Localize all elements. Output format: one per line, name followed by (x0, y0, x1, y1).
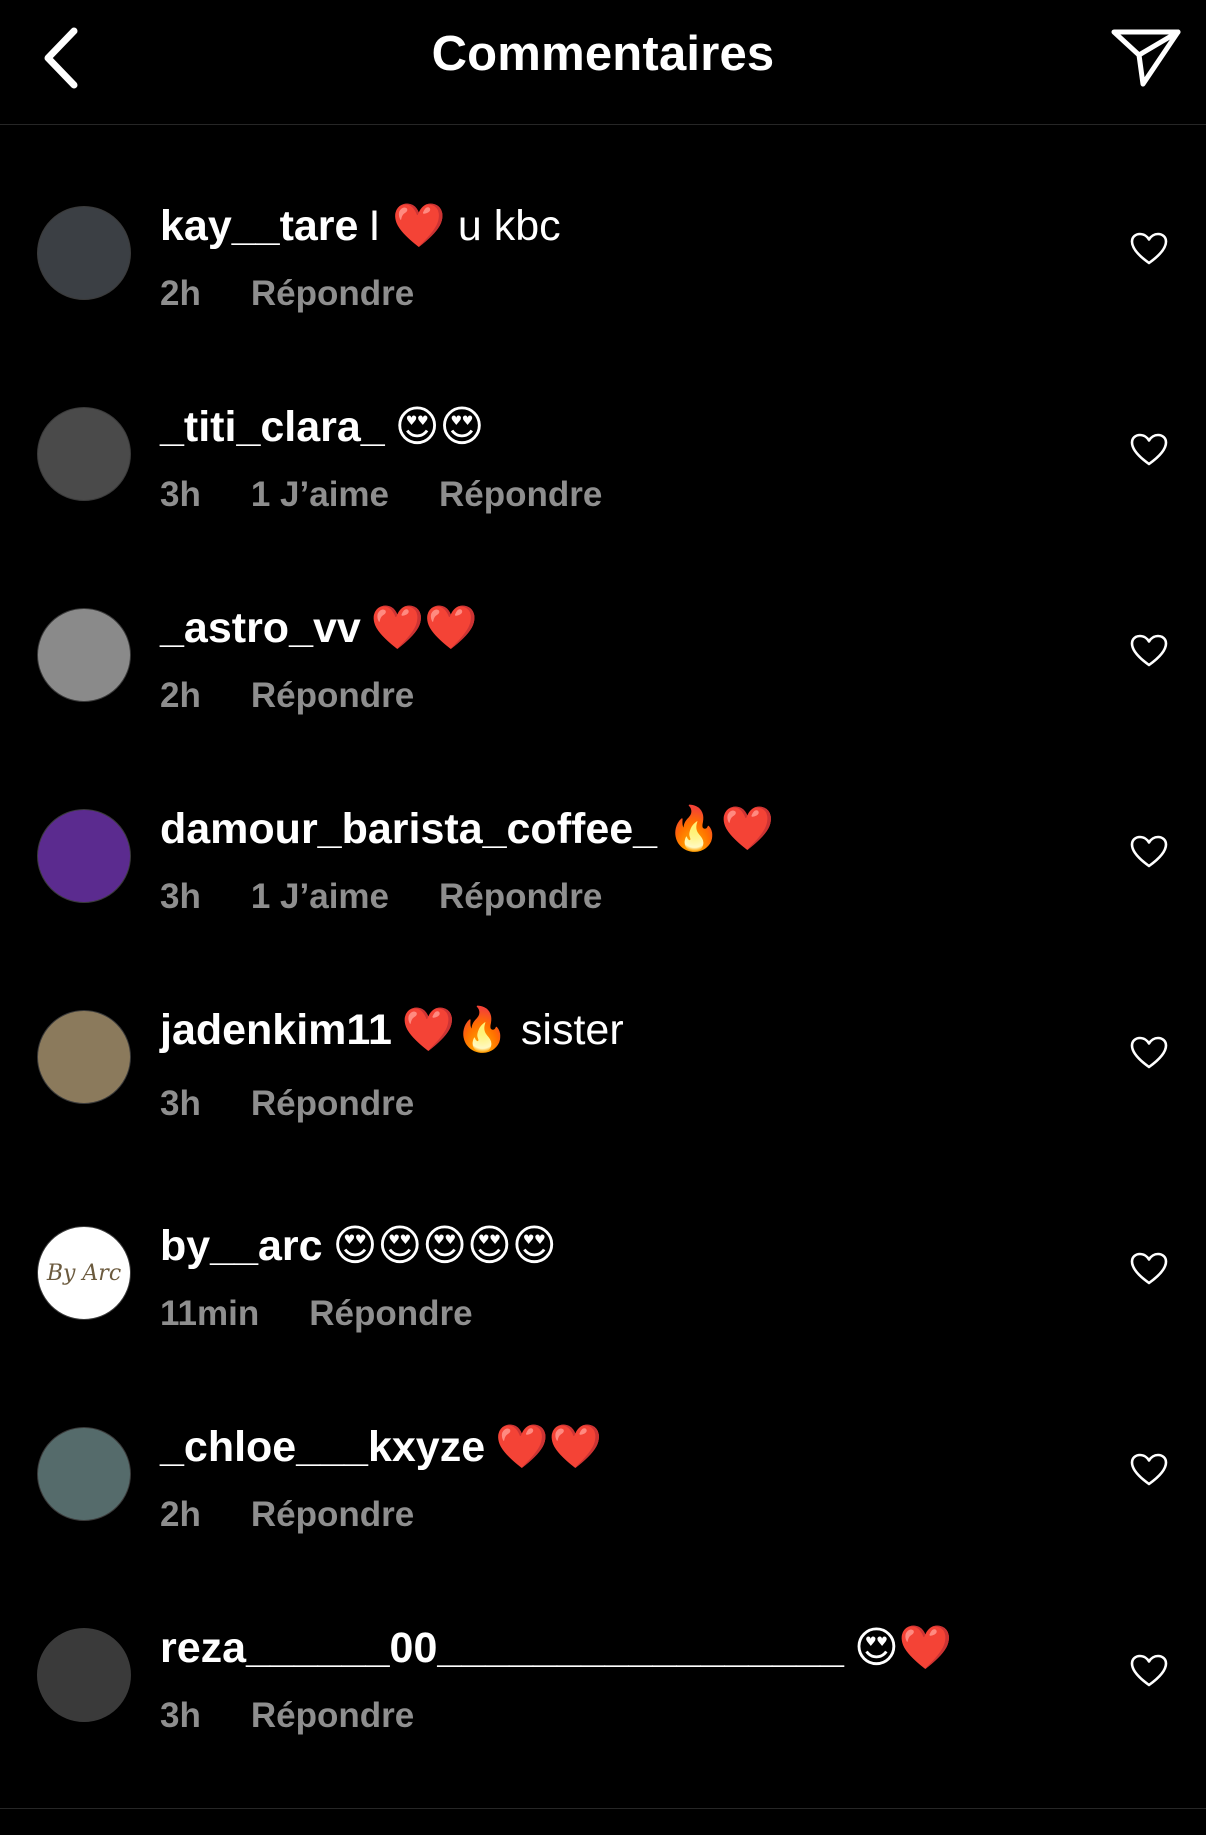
heart-icon (1130, 1654, 1168, 1687)
comment-item: _astro_vv ❤️❤️ 2h Répondre (0, 526, 1206, 726)
comment-time: 2h (160, 676, 201, 715)
comment-text: ❤️🔥 sister (401, 1006, 624, 1054)
comment-item: jadenkim11 ❤️🔥 sister 3h Répondre (0, 928, 1206, 1128)
bottom-divider (0, 1808, 1206, 1809)
like-button[interactable] (1124, 1244, 1174, 1294)
comment-username[interactable]: damour_barista_coffee_ (160, 805, 657, 853)
comment-username[interactable]: reza______00_________________ (160, 1624, 844, 1672)
comment-meta: 3h 1 J’aime Répondre (160, 475, 602, 515)
comment-text: ❤️❤️ (370, 604, 478, 652)
comment-username[interactable]: by__arc (160, 1222, 323, 1270)
comment-username[interactable]: _titi_clara_ (160, 403, 385, 451)
avatar[interactable]: By Arc (37, 1226, 131, 1320)
comment-text: 😍😍 (394, 403, 485, 451)
like-button[interactable] (1124, 1646, 1174, 1696)
comment-time: 3h (160, 475, 201, 514)
reply-button[interactable]: Répondre (251, 676, 414, 716)
comment-meta: 11min Répondre (160, 1294, 473, 1334)
like-button[interactable] (1124, 425, 1174, 475)
like-button[interactable] (1124, 1028, 1174, 1078)
comment-text: I ❤️ u kbc (368, 202, 561, 250)
comment-username[interactable]: _chloe___kxyze (160, 1423, 485, 1471)
comment-item: kay__tare I ❤️ u kbc 2h Répondre (0, 124, 1206, 324)
header: Commentaires (0, 0, 1206, 125)
avatar-logo-text: By Arc (46, 1260, 122, 1286)
comment-meta: 2h Répondre (160, 274, 414, 314)
comment-username[interactable]: _astro_vv (160, 604, 361, 652)
comment-item: _titi_clara_ 😍😍 3h 1 J’aime Répondre (0, 325, 1206, 525)
reply-button[interactable]: Répondre (251, 274, 414, 314)
comment-meta: 3h 1 J’aime Répondre (160, 877, 602, 917)
reply-button[interactable]: Répondre (439, 877, 602, 917)
comment-item: _chloe___kxyze ❤️❤️ 2h Répondre (0, 1345, 1206, 1545)
like-button[interactable] (1124, 1445, 1174, 1495)
reply-button[interactable]: Répondre (251, 1696, 414, 1736)
comment-time: 11min (160, 1294, 260, 1333)
comment-meta: 2h Répondre (160, 1495, 414, 1535)
heart-icon (1130, 835, 1168, 868)
comment-text: ❤️❤️ (495, 1423, 603, 1471)
comment-username[interactable]: kay__tare (160, 202, 358, 250)
likes-count[interactable]: 1 J’aime (251, 475, 389, 515)
paper-plane-icon (1111, 29, 1181, 87)
comment-time: 2h (160, 274, 201, 313)
likes-count[interactable]: 1 J’aime (251, 877, 389, 917)
comment-item: damour_barista_coffee_ 🔥❤️ 3h 1 J’aime Ré… (0, 727, 1206, 927)
avatar[interactable] (37, 608, 131, 702)
avatar[interactable] (37, 809, 131, 903)
like-button[interactable] (1124, 827, 1174, 877)
reply-button[interactable]: Répondre (309, 1294, 472, 1334)
comment-item: By Arc by__arc 😍😍😍😍😍 11min Répondre (0, 1144, 1206, 1344)
heart-icon (1130, 1453, 1168, 1486)
reply-button[interactable]: Répondre (251, 1084, 414, 1124)
comment-time: 3h (160, 1084, 201, 1123)
heart-icon (1130, 232, 1168, 265)
comment-time: 3h (160, 1696, 201, 1735)
comment-meta: 2h Répondre (160, 676, 414, 716)
reply-button[interactable]: Répondre (439, 475, 602, 515)
page-title: Commentaires (431, 27, 775, 81)
avatar[interactable] (37, 1010, 131, 1104)
comment-text: 😍❤️ (853, 1624, 953, 1672)
avatar[interactable] (37, 1427, 131, 1521)
share-button[interactable] (1108, 22, 1184, 92)
avatar[interactable] (37, 407, 131, 501)
comment-time: 3h (160, 877, 201, 916)
comment-username[interactable]: jadenkim11 (160, 1006, 392, 1054)
like-button[interactable] (1124, 224, 1174, 274)
heart-icon (1130, 1036, 1168, 1069)
heart-icon (1130, 1252, 1168, 1285)
avatar[interactable] (37, 206, 131, 300)
comment-meta: 3h Répondre (160, 1696, 414, 1736)
comment-text: 🔥❤️ (667, 805, 775, 853)
heart-icon (1130, 634, 1168, 667)
comment-text: 😍😍😍😍😍 (332, 1222, 557, 1270)
comment-meta: 3h Répondre (160, 1084, 414, 1124)
comment-time: 2h (160, 1495, 201, 1534)
comment-item: reza______00_________________ 😍❤️ 3h Répo… (0, 1546, 1206, 1746)
heart-icon (1130, 433, 1168, 466)
avatar[interactable] (37, 1628, 131, 1722)
reply-button[interactable]: Répondre (251, 1495, 414, 1535)
like-button[interactable] (1124, 626, 1174, 676)
